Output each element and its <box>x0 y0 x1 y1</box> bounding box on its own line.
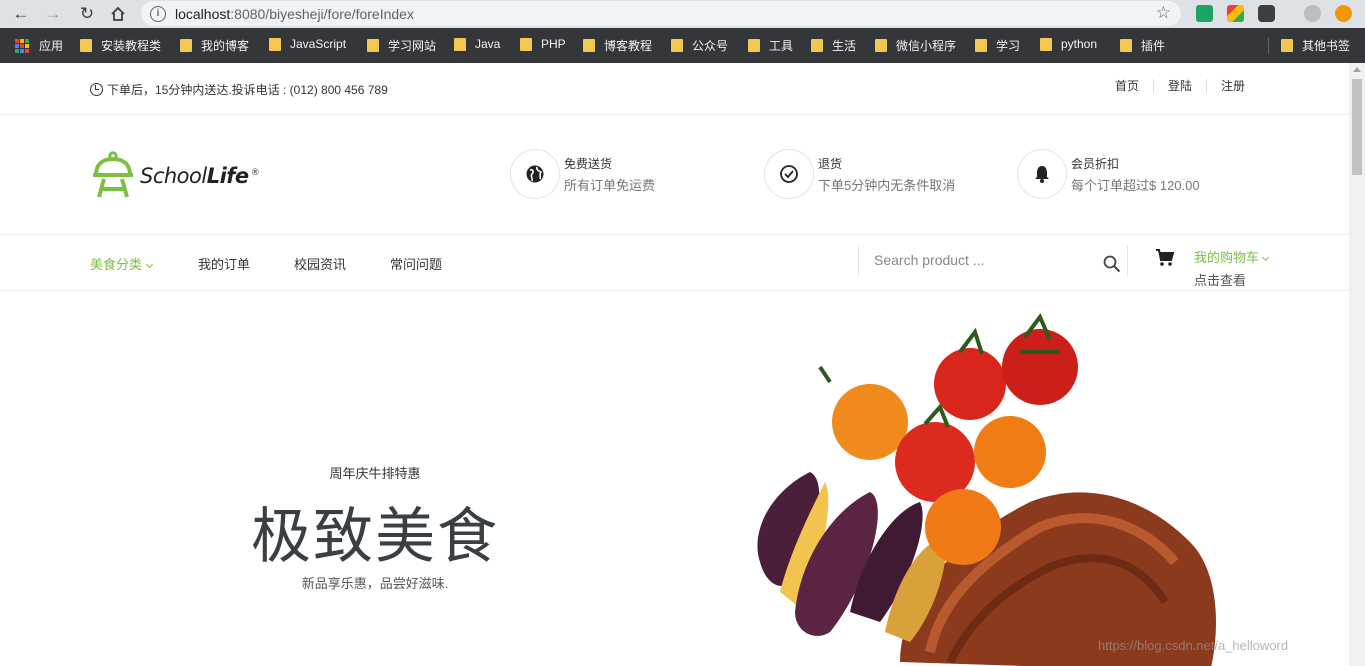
update-alert-icon[interactable] <box>1335 5 1352 22</box>
bookmark-folder[interactable]: 博客教程 <box>583 37 652 54</box>
search-input[interactable] <box>874 248 1084 272</box>
bookmarks-bar: 应用 安装教程类 我的博客 JavaScript 学习网站 Java PHP 博… <box>0 28 1365 63</box>
search-icon[interactable] <box>1103 255 1121 273</box>
bookmark-folder[interactable]: python <box>1040 37 1097 51</box>
site-info-icon[interactable]: i <box>150 5 166 22</box>
steak-tomato-image <box>757 313 1216 666</box>
folder-icon <box>671 39 683 52</box>
top-bar: 下单后，15分钟内送达.投诉电话 : (012) 800 456 789 首页 … <box>0 63 1349 115</box>
hero-kicker: 周年庆牛排特惠 <box>329 466 421 481</box>
reload-icon[interactable]: ↻ <box>76 3 98 25</box>
profile-avatar-icon[interactable] <box>1304 5 1321 22</box>
web-page: 下单后，15分钟内送达.投诉电话 : (012) 800 456 789 首页 … <box>0 63 1349 666</box>
folder-icon <box>875 39 887 52</box>
folder-icon <box>1120 39 1132 52</box>
back-icon[interactable]: ← <box>10 3 32 25</box>
bookmark-folder[interactable]: 安装教程类 <box>80 37 161 54</box>
chevron-down-icon <box>145 260 154 269</box>
hero-headline: 极致美食 <box>251 502 499 572</box>
hero-banner: 周年庆牛排特惠 极致美食 新品享乐惠，品尝好滋味. https://blog.c… <box>0 292 1349 666</box>
site-logo[interactable]: SchoolLife ® <box>90 151 260 201</box>
page-scrollbar[interactable] <box>1349 63 1365 666</box>
nav-campus-news[interactable]: 校园资讯 <box>294 254 346 273</box>
bookmark-star-icon[interactable]: ☆ <box>1156 3 1171 23</box>
folder-icon <box>1281 39 1293 52</box>
folder-icon <box>80 39 92 52</box>
folder-icon <box>1040 37 1052 51</box>
search-box <box>858 246 1128 276</box>
forward-icon[interactable]: → <box>42 3 64 25</box>
bell-icon <box>1017 149 1067 199</box>
register-link[interactable]: 注册 <box>1205 79 1259 93</box>
bookmark-folder[interactable]: JavaScript <box>269 37 346 51</box>
folder-icon <box>269 37 281 51</box>
home-link[interactable]: 首页 <box>1101 79 1153 93</box>
nav-faq[interactable]: 常问问题 <box>390 254 442 273</box>
feature-member-discount: 会员折扣 每个订单超过$ 120.00 <box>1017 149 1200 199</box>
address-bar[interactable]: i localhost:8080/biyesheji/fore/foreInde… <box>141 1 1181 26</box>
bookmark-folder[interactable]: 生活 <box>811 37 856 54</box>
login-link[interactable]: 登陆 <box>1152 79 1206 93</box>
chef-hat-logo-icon <box>93 151 133 198</box>
site-header: SchoolLife® 免费送货 所有订单免运费 退货 下单5分钟内无条件取消 <box>0 115 1349 235</box>
apps-grid-icon <box>15 38 29 53</box>
feature-returns: 退货 下单5分钟内无条件取消 <box>764 149 955 199</box>
folder-icon <box>583 39 595 52</box>
chevron-down-icon <box>1261 253 1270 262</box>
top-links: 首页 登陆 注册 <box>1101 79 1259 93</box>
shopping-cart-icon[interactable] <box>1155 249 1175 267</box>
folder-icon <box>180 39 192 52</box>
home-icon[interactable] <box>107 3 129 25</box>
bookmark-apps[interactable]: 应用 <box>15 37 63 54</box>
watermark-text: https://blog.csdn.net/a_helloword <box>1098 638 1289 653</box>
folder-icon <box>975 39 987 52</box>
url-text[interactable]: localhost:8080/biyesheji/fore/foreIndex <box>175 6 414 22</box>
nav-my-orders[interactable]: 我的订单 <box>198 254 250 273</box>
folder-icon <box>811 39 823 52</box>
folder-icon <box>520 37 532 51</box>
bookmark-folder[interactable]: 学习网站 <box>367 37 436 54</box>
extension-icon[interactable] <box>1196 5 1213 22</box>
bookmark-other[interactable]: 其他书签 <box>1268 37 1350 54</box>
bookmark-folder[interactable]: 我的博客 <box>180 37 249 54</box>
logo-text: SchoolLife ® <box>140 164 260 188</box>
globe-icon <box>510 149 560 199</box>
main-nav: 美食分类 我的订单 校园资讯 常问问题 我的购物车 点击查看 <box>0 235 1349 291</box>
bookmark-folder[interactable]: 公众号 <box>671 37 728 54</box>
bookmark-folder[interactable]: 微信小程序 <box>875 37 956 54</box>
delivery-notice: 下单后，15分钟内送达.投诉电话 : (012) 800 456 789 <box>90 81 388 98</box>
extension-icon[interactable] <box>1227 5 1244 22</box>
scrollbar-thumb[interactable] <box>1352 79 1362 175</box>
bookmark-folder[interactable]: Java <box>454 37 500 51</box>
bookmark-folder[interactable]: 工具 <box>748 37 793 54</box>
folder-icon <box>454 37 466 51</box>
check-circle-icon <box>764 149 814 199</box>
hero-tagline: 新品享乐惠，品尝好滋味. <box>301 576 449 591</box>
nav-food-category[interactable]: 美食分类 <box>90 254 154 273</box>
browser-toolbar: ← → ↻ i localhost:8080/biyesheji/fore/fo… <box>0 0 1365 28</box>
extension-icon[interactable] <box>1258 5 1275 22</box>
scroll-up-icon[interactable] <box>1353 67 1361 72</box>
cart-link[interactable]: 我的购物车 点击查看 <box>1194 247 1270 289</box>
folder-icon <box>748 39 760 52</box>
feature-free-shipping: 免费送货 所有订单免运费 <box>510 149 655 199</box>
bookmark-folder[interactable]: PHP <box>520 37 566 51</box>
folder-icon <box>367 39 379 52</box>
alarm-clock-icon <box>90 83 103 96</box>
bookmark-folder[interactable]: 插件 <box>1120 37 1165 54</box>
bookmark-folder[interactable]: 学习 <box>975 37 1020 54</box>
